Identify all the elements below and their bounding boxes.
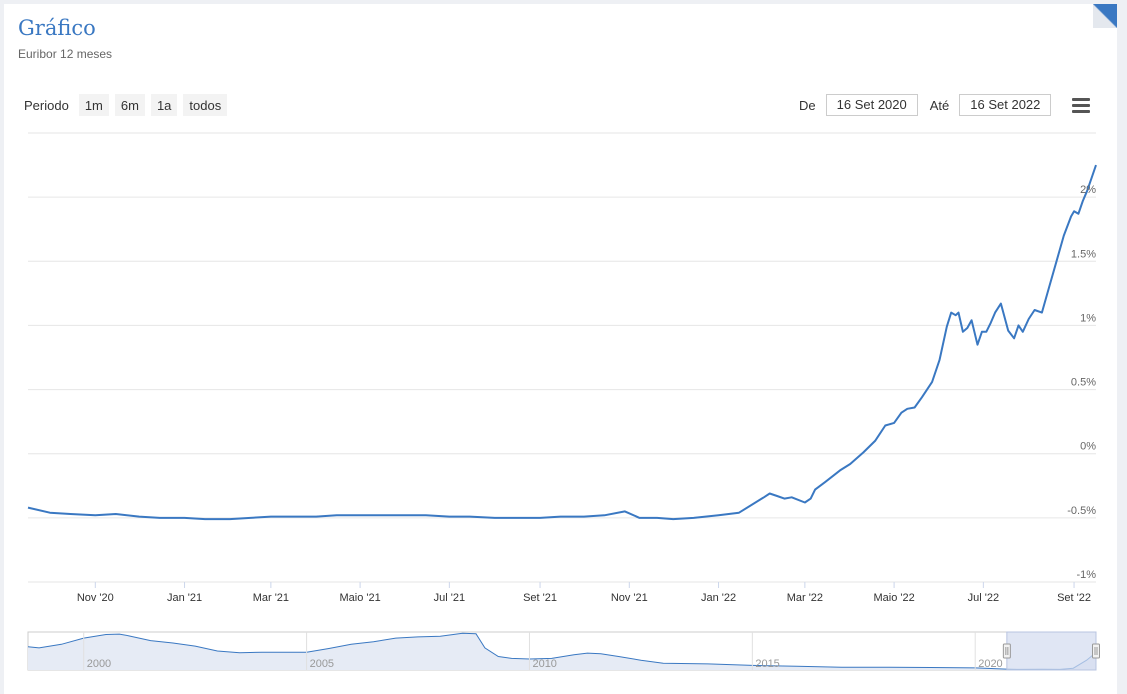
x-tick-label: Nov '21 [611, 592, 648, 604]
x-tick-label: Jan '22 [701, 592, 736, 604]
y-tick-label: -1% [1076, 569, 1096, 581]
navigator-tick-label: 2015 [755, 658, 779, 670]
x-tick-label: Maio '22 [873, 592, 914, 604]
navigator-tick-label: 2010 [532, 658, 556, 670]
navigator-tick-label: 2005 [310, 658, 334, 670]
navigator-selected-range[interactable] [1006, 631, 1097, 671]
x-tick-label: Mar '21 [253, 592, 289, 604]
y-tick-label: 2% [1080, 184, 1096, 196]
y-tick-label: 1% [1080, 312, 1096, 324]
navigator-tick-label: 2000 [87, 658, 111, 670]
x-tick-label: Mar '22 [787, 592, 823, 604]
navigator-left-handle[interactable] [1002, 643, 1011, 659]
x-tick-label: Jan '21 [167, 592, 202, 604]
y-tick-label: 0.5% [1071, 377, 1096, 389]
y-tick-label: 0% [1080, 441, 1096, 453]
navigator-right-handle[interactable] [1092, 643, 1100, 659]
x-tick-label: Set '22 [1057, 592, 1091, 604]
navigator-tick-label: 2020 [978, 658, 1002, 670]
x-tick-label: Jul '22 [968, 592, 999, 604]
x-tick-label: Set '21 [523, 592, 557, 604]
euribor-series-line [27, 164, 1097, 521]
y-tick-label: 1.5% [1071, 248, 1096, 260]
y-tick-label: -0.5% [1067, 505, 1096, 517]
x-tick-label: Jul '21 [434, 592, 465, 604]
euribor-chart: -1% -0.5% 0% 0.5% 1% 1.5% 2% Nov '20 Jan '21 Mar … [27, 132, 1100, 671]
x-tick-label: Nov '20 [77, 592, 114, 604]
x-tick-label: Maio '21 [339, 592, 380, 604]
